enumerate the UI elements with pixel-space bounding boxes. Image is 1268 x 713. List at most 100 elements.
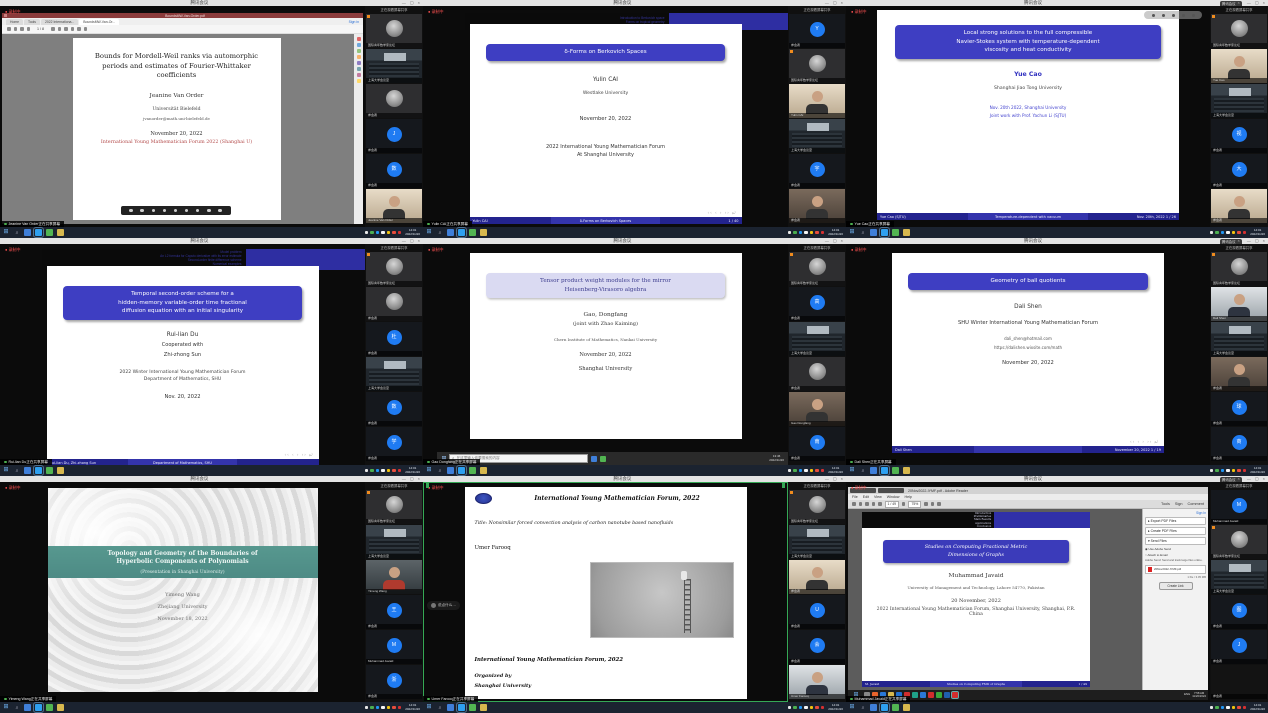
toolbar-icon[interactable]: [14, 27, 18, 31]
participant-tile[interactable]: 上海大学会议室: [789, 525, 845, 559]
participant-tile[interactable]: Gao Dongfang: [789, 392, 845, 426]
window-tab[interactable]: 腾讯会议×: [1220, 1, 1242, 6]
tray-icon[interactable]: [365, 231, 369, 235]
tray-icon[interactable]: [810, 231, 814, 235]
start-button[interactable]: ⊞: [423, 465, 435, 476]
tray-icon[interactable]: [1243, 706, 1247, 710]
pane-tab[interactable]: Tools: [1161, 502, 1170, 506]
tray-icon[interactable]: [398, 231, 402, 235]
tray-icon[interactable]: [370, 706, 374, 710]
tencent-meeting-icon[interactable]: [881, 704, 888, 711]
tray-icon[interactable]: [799, 706, 803, 710]
tray-icon[interactable]: [387, 231, 391, 235]
start-button[interactable]: ⊞: [423, 702, 435, 713]
tray-icon[interactable]: [810, 469, 814, 473]
tray-icon[interactable]: [392, 706, 396, 710]
tray-icon[interactable]: [387, 469, 391, 473]
floating-toolbar[interactable]: [121, 206, 231, 215]
participant-tile[interactable]: 商参会者: [1211, 427, 1267, 461]
minimize-icon[interactable]: —: [825, 0, 829, 6]
participant-tile[interactable]: 上海大学会议室: [366, 357, 422, 391]
participant-tile[interactable]: 参会者: [789, 560, 845, 594]
close-icon[interactable]: ×: [1263, 0, 1265, 6]
tray-icon[interactable]: [1215, 231, 1219, 235]
pinned-app-blue-icon[interactable]: [24, 467, 31, 474]
tray-icon[interactable]: [1226, 706, 1230, 710]
floating-tool-icon[interactable]: [152, 209, 156, 213]
pinned-app-blue-icon[interactable]: [24, 229, 31, 236]
close-icon[interactable]: ×: [841, 0, 843, 6]
toolbar-icon[interactable]: [20, 27, 24, 31]
participant-tile[interactable]: 参会者: [1211, 189, 1267, 223]
participant-tile[interactable]: 参会者: [1211, 357, 1267, 391]
side-tool-icon[interactable]: [357, 55, 361, 59]
menu-item[interactable]: File: [852, 495, 858, 499]
participant-tile[interactable]: 国际青年数学家论坛: [366, 252, 422, 286]
tray-icon[interactable]: [376, 469, 380, 473]
participant-tile[interactable]: MMuhammad Javaid: [1211, 490, 1267, 524]
start-button[interactable]: ⊞: [423, 227, 435, 238]
tray-icon[interactable]: [815, 231, 819, 235]
toolbar-icon[interactable]: [902, 502, 906, 506]
tray-icon[interactable]: [392, 231, 396, 235]
taskbar-app-icon[interactable]: [944, 692, 950, 698]
tray-icon[interactable]: [793, 231, 797, 235]
tray-icon[interactable]: [1210, 706, 1214, 710]
radio-option[interactable]: ○ Attach to Email: [1145, 553, 1206, 557]
start-button[interactable]: ⊞: [0, 227, 12, 238]
tray-icon[interactable]: [821, 231, 825, 235]
control-icon[interactable]: [1172, 14, 1175, 17]
tray-icon[interactable]: [788, 469, 792, 473]
control-icon[interactable]: [1192, 14, 1195, 17]
tray-icon[interactable]: [1215, 706, 1219, 710]
participant-tile[interactable]: 上海大学会议室: [1211, 84, 1267, 118]
page-indicator[interactable]: 1 / 49: [885, 501, 899, 508]
participant-tile[interactable]: 上海大学会议室: [789, 119, 845, 153]
tray-icon[interactable]: [815, 706, 819, 710]
slide-nav-controls[interactable]: ‹‹ ‹ › ›› ⤾: [284, 452, 313, 457]
participant-tile[interactable]: 上海大学会议室: [789, 322, 845, 356]
participant-tile[interactable]: 参会者: [789, 189, 845, 223]
participant-tile[interactable]: 球参会者: [1211, 392, 1267, 426]
tray-icon[interactable]: [1210, 469, 1214, 473]
pinned-app-blue-icon[interactable]: [870, 704, 877, 711]
toolbar-icon[interactable]: [878, 502, 882, 506]
pane-tab[interactable]: Comment: [1188, 502, 1204, 506]
taskbar-app-icon[interactable]: [952, 692, 958, 698]
floating-tool-icon[interactable]: [185, 209, 189, 213]
presentation-controls[interactable]: [1144, 11, 1202, 19]
file-explorer-icon[interactable]: [480, 704, 487, 711]
taskbar-app-icon[interactable]: [591, 456, 597, 462]
pinned-app-blue-icon[interactable]: [447, 229, 454, 236]
tray-icon[interactable]: [1243, 231, 1247, 235]
participant-tile[interactable]: 上海大学会议室: [1211, 322, 1267, 356]
tray-icon[interactable]: [799, 231, 803, 235]
tray-icon[interactable]: [376, 231, 380, 235]
wechat-icon[interactable]: [46, 704, 53, 711]
pane-section[interactable]: ▸ Create PDF Files: [1145, 527, 1206, 535]
search-icon[interactable]: ⌕: [12, 468, 22, 474]
maximize-icon[interactable]: ▢: [1255, 0, 1259, 6]
tencent-meeting-icon[interactable]: [458, 467, 465, 474]
tray-icon[interactable]: [1237, 469, 1241, 473]
close-icon[interactable]: ×: [1238, 239, 1240, 243]
participant-tile[interactable]: Yulin CAI: [789, 84, 845, 118]
control-icon[interactable]: [1152, 14, 1155, 17]
toolbar-icon[interactable]: [865, 502, 869, 506]
close-icon[interactable]: ×: [1263, 238, 1265, 244]
close-icon[interactable]: ×: [1263, 476, 1265, 482]
maximize-icon[interactable]: ▢: [410, 238, 414, 244]
toolbar-icon[interactable]: [852, 502, 856, 506]
sign-in-link[interactable]: Sign in: [349, 20, 359, 24]
sign-in-link[interactable]: Sign In: [1145, 511, 1206, 515]
tray-icon[interactable]: [788, 706, 792, 710]
search-icon[interactable]: ⌕: [435, 468, 445, 474]
close-icon[interactable]: ×: [418, 476, 420, 482]
maximize-icon[interactable]: ▢: [833, 0, 837, 6]
pinned-app-blue-icon[interactable]: [24, 704, 31, 711]
pinned-app-blue-icon[interactable]: [447, 467, 454, 474]
file-explorer-icon[interactable]: [57, 467, 64, 474]
taskbar-app-icon[interactable]: [920, 692, 926, 698]
participant-tile[interactable]: U参会者: [789, 595, 845, 629]
participant-tile[interactable]: 国际青年数学家论坛: [789, 252, 845, 286]
